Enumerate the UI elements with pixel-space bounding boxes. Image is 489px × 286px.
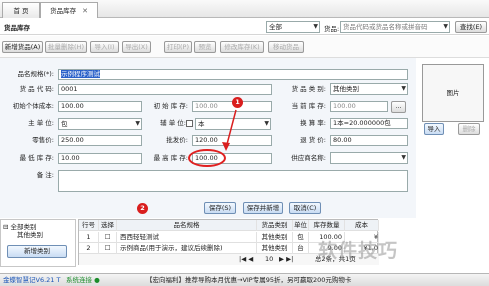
tree-child[interactable]: 其他类别 [17, 229, 43, 239]
col-name: 品名规格 [117, 220, 257, 231]
page-next-icon[interactable]: ▶ ▶| [279, 254, 293, 265]
watermark: 软件技巧 [318, 240, 399, 262]
row-category: 其他类别 [257, 232, 293, 243]
col-unit: 单位 [294, 220, 309, 231]
col-stock: 库存数量 [309, 220, 345, 231]
cancel-button[interactable]: 取消(C) [289, 202, 321, 214]
table-header: 行号 选择 品名规格 货品类别 单位 库存数量 成本 [79, 220, 379, 231]
row-checkbox[interactable]: ☐ [99, 232, 117, 243]
tree-child-label: 其他类别 [17, 231, 43, 239]
connection-status: 系统连接 ● [66, 276, 100, 284]
col-select: 选择 [99, 220, 117, 231]
row-number: 1 [79, 232, 99, 243]
promo-text[interactable]: 【宏向福利】推荐导购本月优惠→VIP专属95折，另可赢取200元购物卡 [146, 274, 351, 286]
page-size[interactable]: 10 [265, 254, 273, 265]
add-category-button[interactable]: 新增类别 [7, 245, 67, 258]
status-bar: 金蝶智慧记V6.21 T 系统连接 ● 【宏向福利】推荐导购本月优惠→VIP专属… [0, 273, 489, 286]
row-unit: 台 [293, 243, 309, 254]
row-category: 其他类别 [257, 243, 293, 254]
category-tree: ⊟ 全部类别 其他类别 新增类别 [0, 219, 76, 267]
save-button[interactable]: 保存(S) [204, 202, 236, 214]
col-rownum: 行号 [79, 220, 99, 231]
save-and-new-button[interactable]: 保存并新增 [243, 202, 283, 214]
col-category: 货品类别 [257, 220, 293, 231]
row-number: 2 [79, 243, 99, 254]
row-checkbox[interactable]: ☐ [99, 243, 117, 254]
row-name: 西西轻轻测试 [117, 232, 257, 243]
page-first-icon[interactable]: |◀ ◀ [239, 254, 253, 265]
col-cost: 成本 [345, 220, 379, 231]
row-name: 示例商品(用于演示，建议后续删除) [117, 243, 257, 254]
step-2-marker: 2 [137, 203, 148, 214]
app-version: 金蝶智慧记V6.21 T [3, 276, 61, 284]
row-unit: 包 [293, 232, 309, 243]
